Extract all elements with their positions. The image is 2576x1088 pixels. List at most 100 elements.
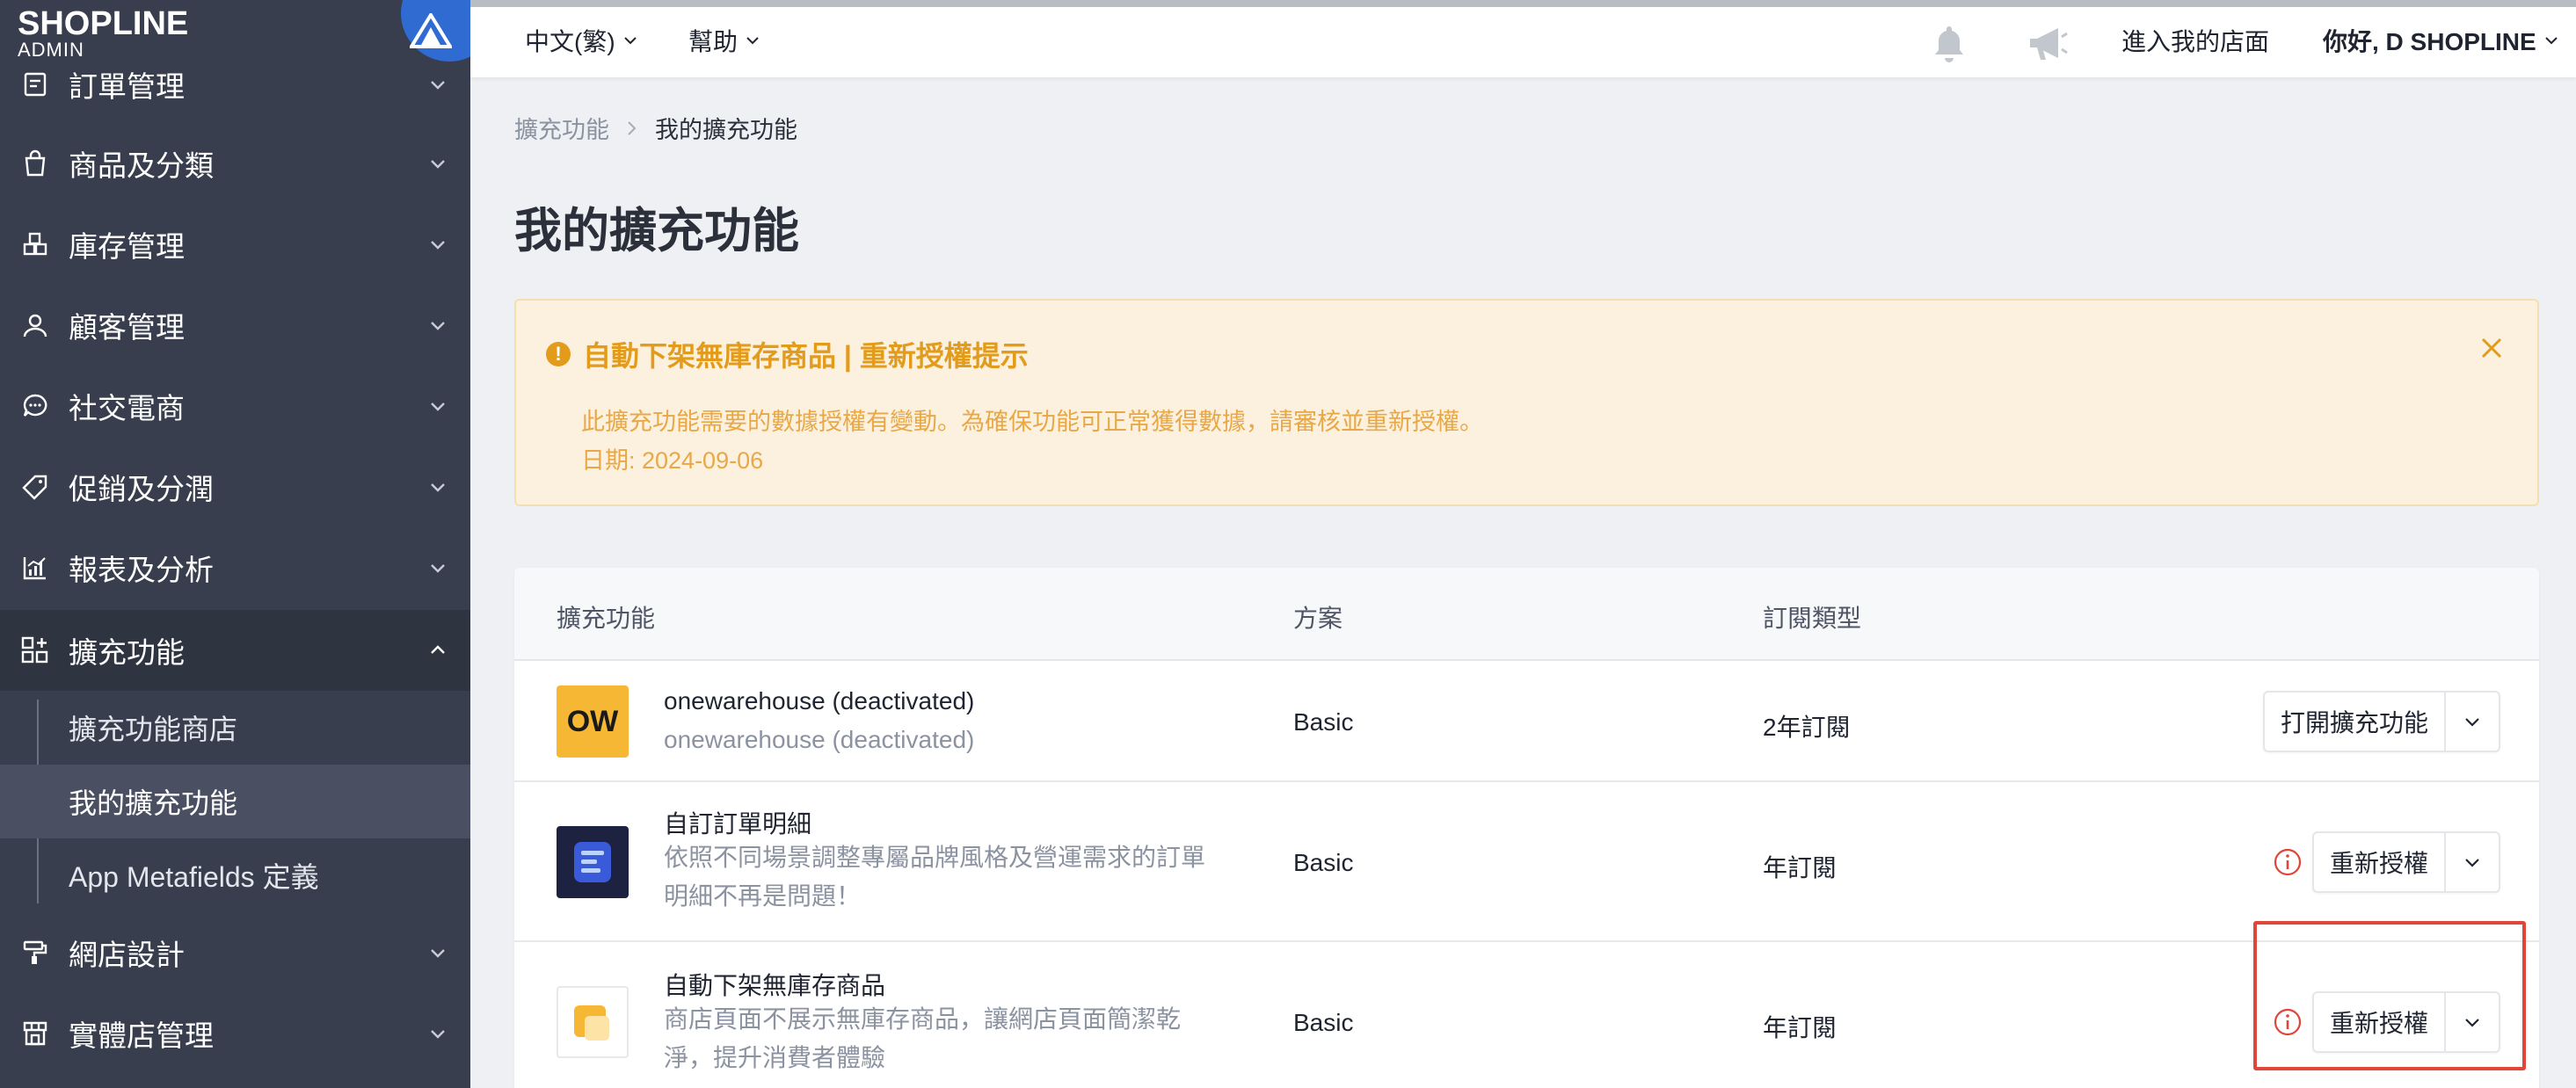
- open-app-button[interactable]: 打開擴充功能: [2265, 693, 2447, 751]
- highlight-box: [2253, 921, 2526, 1070]
- sidebar-subitem-label: 我的擴充功能: [69, 787, 238, 819]
- order-icon: [19, 69, 51, 100]
- close-icon[interactable]: [2476, 332, 2507, 364]
- help-menu[interactable]: 幫助: [688, 23, 760, 58]
- sidebar-item-label: 促銷及分潤: [69, 473, 214, 505]
- user-menu[interactable]: 你好, D SHOPLINE: [2323, 23, 2559, 58]
- sidebar-item-label: 網店設計: [69, 939, 185, 971]
- chevron-down-icon: [431, 322, 445, 330]
- reauthorize-split-button: 重新授權: [2312, 831, 2501, 893]
- apps-icon: [19, 635, 51, 666]
- bag-icon: [19, 148, 51, 179]
- sidebar-header: SHOPLINE ADMIN: [0, 0, 470, 62]
- sidebar-item-social-commerce[interactable]: 社交電商: [0, 366, 470, 446]
- chevron-down-icon: [2544, 37, 2558, 45]
- chevron-up-icon: [431, 645, 445, 654]
- tag-icon: [19, 471, 51, 503]
- sidebar-item-label: 擴充功能: [69, 636, 185, 669]
- sidebar-item-label: 顧客管理: [69, 311, 185, 344]
- alert-date: 日期: 2024-09-06: [581, 447, 764, 474]
- document-list-icon: [574, 842, 611, 882]
- sidebar-item-label: 訂單管理: [69, 70, 185, 103]
- page-title: 我的擴充功能: [514, 205, 799, 257]
- sidebar-item-apps[interactable]: 擴充功能: [0, 610, 470, 691]
- mountain-icon: [410, 13, 452, 48]
- sidebar-item-retail-store[interactable]: 實體店管理: [0, 993, 470, 1074]
- sidebar-subitem-app-store[interactable]: 擴充功能商店: [0, 691, 470, 765]
- bell-icon[interactable]: [1926, 23, 1972, 65]
- column-header-app: 擴充功能: [557, 605, 656, 632]
- order-detail-app-logo: [557, 826, 629, 898]
- stacked-squares-icon: [574, 1005, 609, 1041]
- reauthorize-button[interactable]: 重新授權: [2314, 833, 2447, 891]
- app-desc: 依照不同場景調整專屬品牌風格及營運需求的訂單明細不再是問題！: [664, 844, 1206, 910]
- sidebar-item-label: 商品及分類: [69, 149, 214, 182]
- chevron-down-icon: [746, 37, 759, 45]
- subscription-cell: 年訂閱: [1763, 1014, 1837, 1041]
- chevron-down-icon: [431, 483, 445, 492]
- action-dropdown-button[interactable]: [2446, 693, 2499, 751]
- chevron-down-icon: [2465, 718, 2479, 727]
- help-label: 幫助: [688, 28, 739, 55]
- app-name: onewarehouse (deactivated): [664, 687, 975, 714]
- chevron-down-icon: [623, 37, 637, 45]
- enter-store-label: 進入我的店面: [2121, 28, 2270, 55]
- chevron-down-icon: [431, 81, 445, 90]
- brand-badge[interactable]: [401, 0, 470, 62]
- warning-icon: !: [546, 342, 571, 366]
- sidebar-subitem-app-metafields[interactable]: App Metafields 定義: [0, 838, 470, 912]
- paint-roller-icon: [19, 937, 51, 968]
- column-header-plan: 方案: [1293, 605, 1343, 632]
- enter-store-link[interactable]: 進入我的店面: [2121, 23, 2269, 58]
- my-apps-table: 擴充功能 方案 訂閱類型 OW onewarehouse (deactivate…: [514, 568, 2539, 1088]
- user-greeting: 你好, D SHOPLINE: [2323, 28, 2536, 55]
- logo[interactable]: SHOPLINE: [18, 5, 188, 43]
- table-row: OW onewarehouse (deactivated) onewarehou…: [514, 661, 2539, 782]
- megaphone-icon[interactable]: [2025, 23, 2070, 65]
- action-dropdown-button[interactable]: [2446, 833, 2499, 891]
- auto-unlist-app-logo: [557, 986, 629, 1058]
- sidebar-item-label: 庫存管理: [69, 230, 185, 263]
- top-bar: 中文(繁) 幫助 進入我的店面 你好, D SHOPLINE: [470, 0, 2576, 77]
- chevron-down-icon: [431, 1030, 445, 1039]
- user-icon: [19, 309, 51, 341]
- sidebar-subitem-label: 擴充功能商店: [69, 714, 238, 745]
- sidebar-item-reports[interactable]: 報表及分析: [0, 527, 470, 608]
- breadcrumb-current: 我的擴充功能: [655, 117, 797, 143]
- subscription-cell: 年訂閱: [1763, 854, 1837, 881]
- sidebar: 訂單管理 SHOPLINE ADMIN 商品及分類 庫存管理 顧客管理 社交電商…: [0, 0, 470, 1088]
- sidebar-item-products[interactable]: 商品及分類: [0, 123, 470, 204]
- sidebar-item-promotions[interactable]: 促銷及分潤: [0, 446, 470, 527]
- sidebar-item-store-design[interactable]: 網店設計: [0, 912, 470, 993]
- chevron-down-icon: [431, 160, 445, 169]
- chevron-down-icon: [431, 949, 445, 958]
- breadcrumb-parent[interactable]: 擴充功能: [514, 111, 609, 145]
- store-icon: [19, 1018, 51, 1049]
- chat-icon: [19, 390, 51, 422]
- app-desc: onewarehouse (deactivated): [664, 726, 975, 753]
- chart-icon: [19, 552, 51, 584]
- alert-title: ! 自動下架無庫存商品 | 重新授權提示: [546, 334, 1029, 374]
- app-name: 自動下架無庫存商品: [664, 972, 886, 999]
- chevron-down-icon: [2465, 859, 2479, 867]
- language-selector[interactable]: 中文(繁): [525, 23, 638, 58]
- sidebar-subitem-label: App Metafields 定義: [69, 861, 319, 893]
- chevron-right-icon: [628, 120, 637, 135]
- alert-title-text: 自動下架無庫存商品 | 重新授權提示: [583, 340, 1029, 372]
- table-row: 自動下架無庫存商品 商店頁面不展示無庫存商品，讓網店頁面簡潔乾淨，提升消費者體驗…: [514, 942, 2539, 1088]
- info-icon[interactable]: [2273, 847, 2303, 877]
- sidebar-item-inventory[interactable]: 庫存管理: [0, 204, 470, 285]
- logo-sub: ADMIN: [18, 39, 84, 61]
- sidebar-item-customers[interactable]: 顧客管理: [0, 285, 470, 366]
- sidebar-subitem-my-apps[interactable]: 我的擴充功能: [0, 765, 470, 838]
- plan-cell: Basic: [1293, 1009, 1354, 1036]
- app-name: 自訂訂單明細: [664, 810, 812, 838]
- inventory-icon: [19, 228, 51, 260]
- table-row: 自訂訂單明細 依照不同場景調整專屬品牌風格及營運需求的訂單明細不再是問題！ Ba…: [514, 782, 2539, 942]
- plan-cell: Basic: [1293, 708, 1354, 736]
- plan-cell: Basic: [1293, 849, 1354, 876]
- table-header: 擴充功能 方案 訂閱類型: [514, 568, 2539, 661]
- sidebar-item-label: 實體店管理: [69, 1019, 214, 1052]
- sidebar-submenu: 擴充功能商店 我的擴充功能 App Metafields 定義: [0, 691, 470, 912]
- breadcrumb: 擴充功能 我的擴充功能: [514, 111, 797, 145]
